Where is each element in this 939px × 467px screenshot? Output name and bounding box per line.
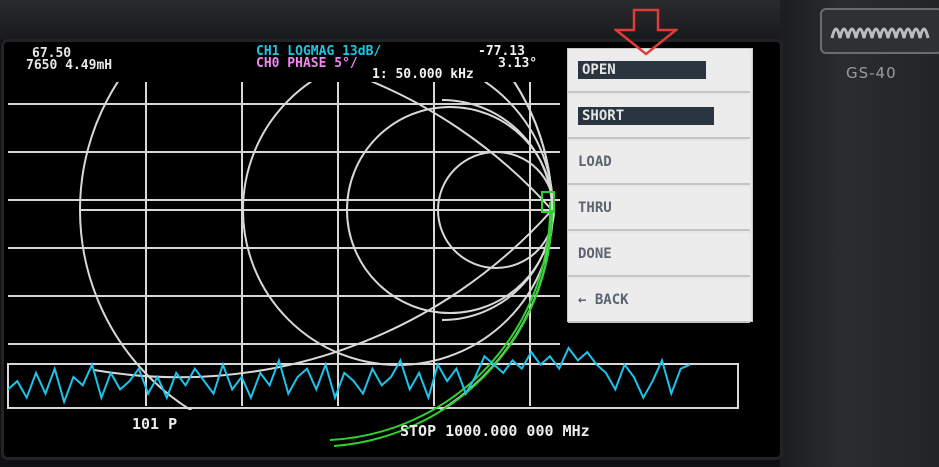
menu-done-button[interactable]: DONE [568,233,750,277]
ch0-marker-value: 3.13° [498,56,538,71]
stop-frequency-label: STOP 1000.000 000 MHz [400,422,590,440]
menu-short-button[interactable]: SHORT [568,95,750,139]
menu-done-label: DONE [578,246,612,262]
calibration-menu: OPEN SHORT LOAD THRU DONE ← BACK [567,48,753,323]
menu-thru-label: THRU [578,200,612,216]
down-arrow-annotation-icon [614,8,678,56]
menu-open-label: OPEN [578,61,706,79]
menu-thru-button[interactable]: THRU [568,187,750,231]
marker-value-line2: 7650 4.49mH [26,58,113,73]
analyzer-screen: 67.50 7650 4.49mH CH1 LOGMAG 13dB/ -77.1… [4,42,780,457]
marker-frequency: 1: 50.000 kHz [372,67,474,82]
menu-back-button[interactable]: ← BACK [568,279,750,323]
knob-grip-icon [830,27,930,39]
menu-load-label: LOAD [578,154,612,170]
menu-back-label: ← BACK [578,292,629,308]
device-model-label: GS-40 [846,64,897,82]
menu-load-button[interactable]: LOAD [568,141,750,185]
sweep-points-label: 101 P [132,415,178,433]
ch0-format-label: CH0 PHASE 5°/ [256,56,358,71]
menu-short-label: SHORT [578,107,715,125]
rotary-knob[interactable] [820,8,939,54]
